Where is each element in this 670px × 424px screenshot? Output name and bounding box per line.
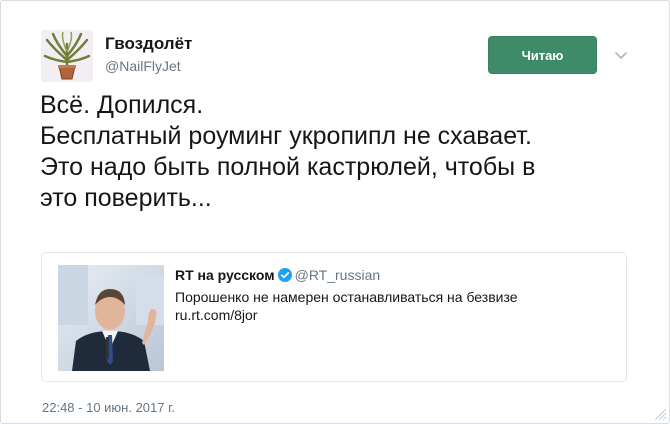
- tweet-text-line: Всё. Допился.: [40, 91, 204, 119]
- quoted-tweet-link[interactable]: ru.rt.com/8jor: [175, 306, 257, 324]
- chevron-down-icon[interactable]: [612, 46, 630, 64]
- palm-plant-icon: [41, 30, 93, 82]
- tweet-timestamp[interactable]: 22:48 - 10 июн. 2017 г.: [42, 400, 175, 415]
- quoted-tweet-text: Порошенко не намерен останавливаться на …: [175, 289, 518, 305]
- quoted-tweet[interactable]: RT на русском @RT_russian Порошенко не на…: [41, 252, 627, 382]
- tweet-text-line: это поверить...: [40, 184, 212, 212]
- resize-grip-icon: [654, 408, 667, 421]
- author-avatar[interactable]: [41, 30, 93, 82]
- quoted-author-handle[interactable]: @RT_russian: [295, 267, 381, 283]
- author-display-name[interactable]: Гвоздолёт: [105, 34, 192, 54]
- quoted-author-name[interactable]: RT на русском: [175, 267, 275, 283]
- tweet-card: Гвоздолёт @NailFlyJet Читаю Всё. Допился…: [0, 0, 670, 424]
- quoted-tweet-image: [58, 265, 164, 371]
- tweet-text-line: Бесплатный роуминг укропипл не схавает.: [40, 122, 532, 150]
- tweet-text-line: Это надо быть полной кастрюлей, чтобы в: [40, 153, 536, 181]
- tweet-text: Всё. Допился. Бесплатный роуминг укропип…: [40, 90, 640, 214]
- verified-badge-icon: [277, 268, 292, 282]
- quoted-tweet-header: RT на русском @RT_russian: [175, 267, 380, 283]
- speaker-photo-image: [58, 265, 164, 371]
- follow-button[interactable]: Читаю: [488, 36, 597, 74]
- author-handle[interactable]: @NailFlyJet: [105, 58, 181, 74]
